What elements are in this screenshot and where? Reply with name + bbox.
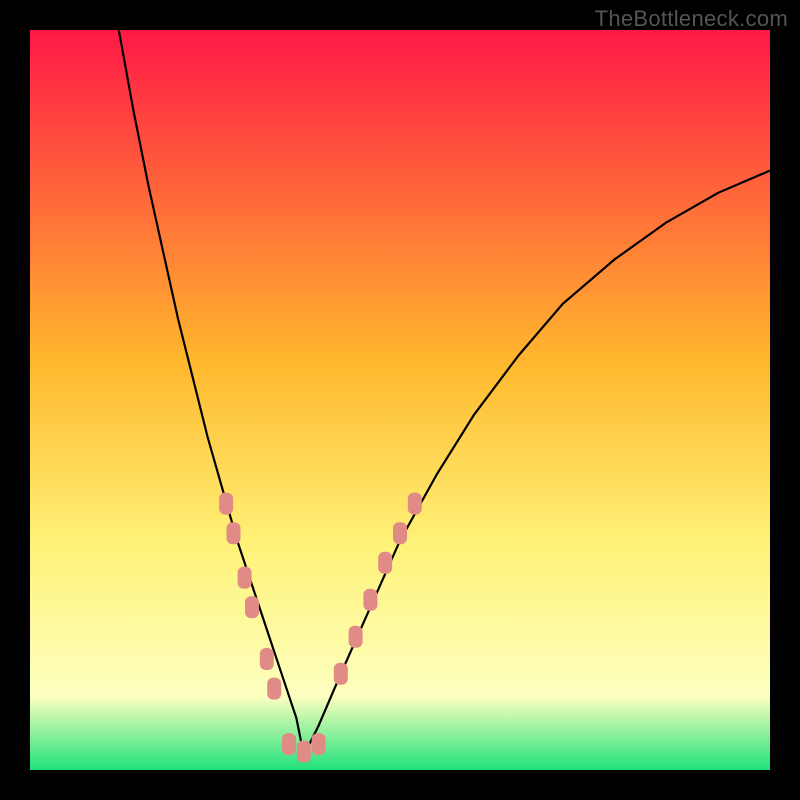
marker-right-1 (349, 626, 363, 648)
marker-right-2 (363, 589, 377, 611)
marker-right-5 (408, 493, 422, 515)
marker-bottom-0 (282, 733, 296, 755)
marker-right-3 (378, 552, 392, 574)
marker-right-4 (393, 522, 407, 544)
marker-left-1 (227, 522, 241, 544)
watermark-text: TheBottleneck.com (595, 6, 788, 32)
plot-area (30, 30, 770, 770)
chart-frame: TheBottleneck.com (0, 0, 800, 800)
marker-right-0 (334, 663, 348, 685)
marker-left-5 (267, 678, 281, 700)
marker-left-0 (219, 493, 233, 515)
marker-bottom-2 (312, 733, 326, 755)
chart-svg (30, 30, 770, 770)
marker-bottom-1 (297, 741, 311, 763)
marker-left-3 (245, 596, 259, 618)
gradient-background (30, 30, 770, 770)
marker-left-2 (238, 567, 252, 589)
marker-left-4 (260, 648, 274, 670)
